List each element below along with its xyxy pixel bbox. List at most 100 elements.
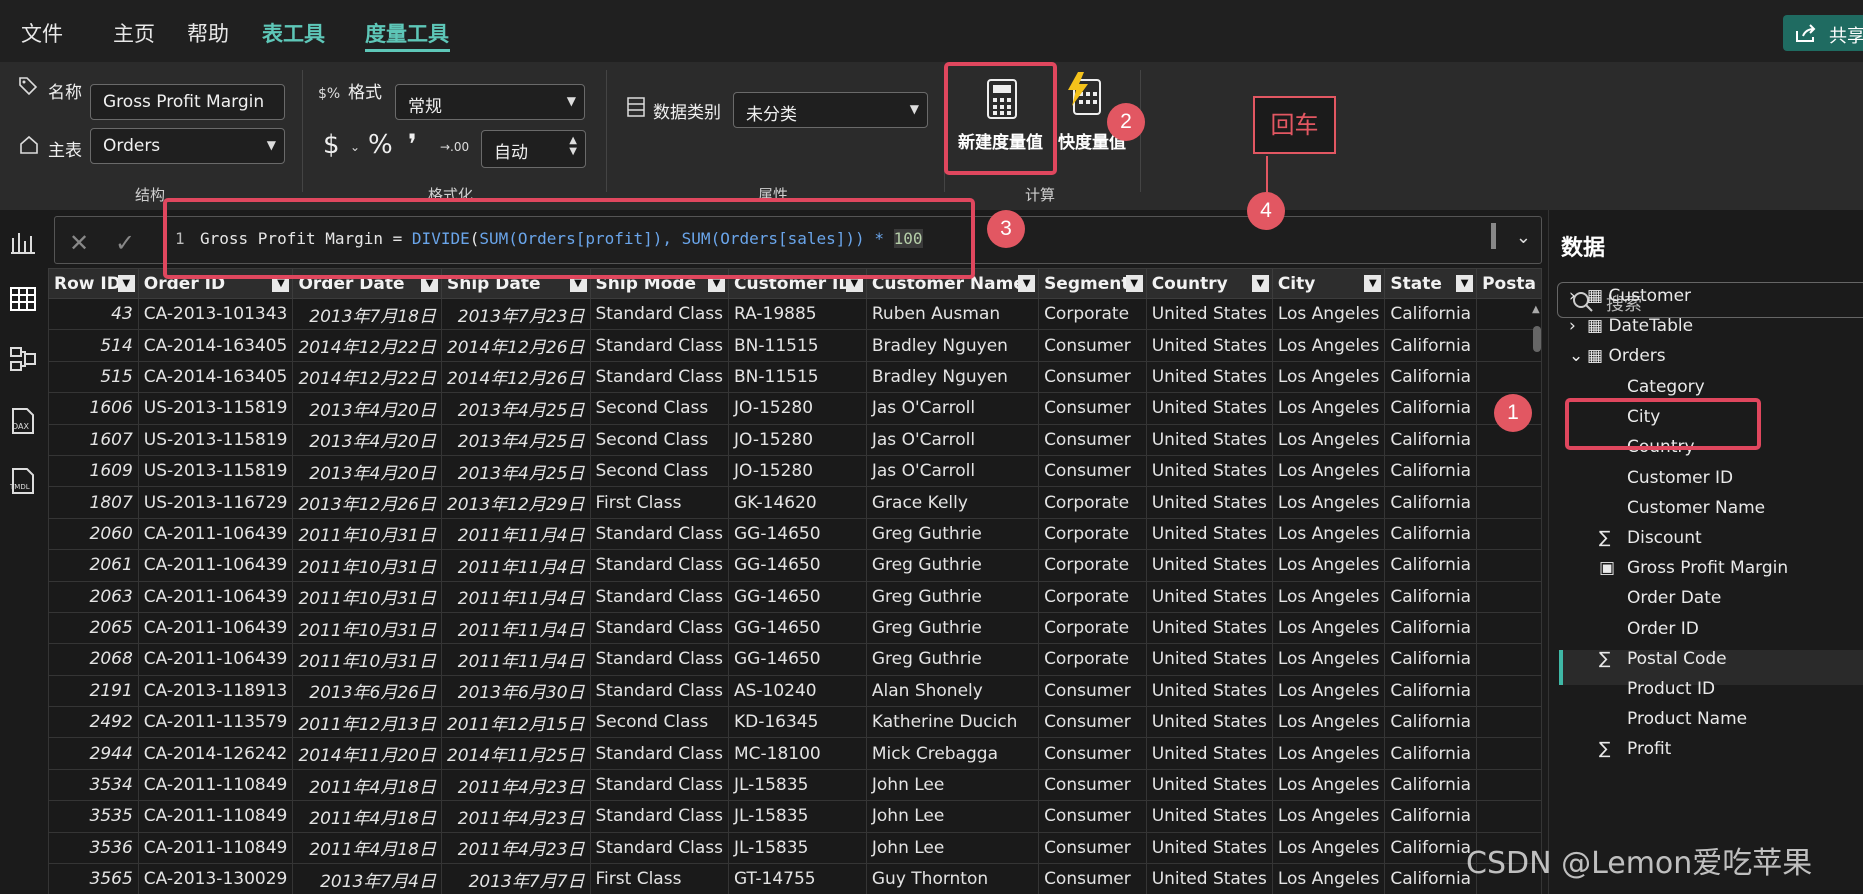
table-row[interactable]: 2068 CA-2011-106439 2011年10月31日 2011年11月4日 S…: [48, 643, 1542, 676]
table-cell[interactable]: Consumer: [1038, 674, 1147, 708]
field-item[interactable]: Order Date: [1627, 588, 1721, 608]
table-cell[interactable]: Second Class: [589, 454, 729, 488]
table-cell[interactable]: Consumer: [1038, 329, 1147, 362]
table-cell[interactable]: 2013年4月25日: [440, 423, 591, 456]
table-cell[interactable]: Los Angeles: [1271, 737, 1386, 770]
table-cell[interactable]: Los Angeles: [1271, 297, 1386, 331]
table-cell[interactable]: JO-15280: [727, 423, 867, 456]
table-cell[interactable]: California: [1384, 580, 1478, 613]
table-cell[interactable]: 2011年11月4日: [440, 580, 591, 613]
table-cell[interactable]: California: [1384, 454, 1478, 488]
table-cell[interactable]: United States: [1145, 297, 1273, 331]
table-cell[interactable]: United States: [1145, 392, 1273, 425]
table-cell[interactable]: United States: [1145, 486, 1273, 519]
table-cell[interactable]: 2014年12月22日: [292, 360, 442, 394]
table-cell[interactable]: CA-2011-110849: [137, 768, 294, 802]
column-header[interactable]: Segment ▼: [1038, 268, 1147, 299]
field-item[interactable]: Order ID: [1627, 619, 1699, 639]
data-category-select[interactable]: 未分类 ▼: [733, 92, 928, 128]
table-cell[interactable]: Standard Class: [589, 643, 729, 676]
table-cell[interactable]: Corporate: [1038, 297, 1147, 331]
table-cell[interactable]: United States: [1145, 423, 1273, 456]
table-cell[interactable]: Consumer: [1038, 863, 1147, 894]
table-cell[interactable]: United States: [1145, 737, 1273, 770]
table-cell[interactable]: Standard Class: [589, 549, 729, 582]
table-cell[interactable]: Greg Guthrie: [865, 580, 1040, 613]
table-cell[interactable]: CA-2011-106439: [137, 549, 294, 582]
field-item[interactable]: Profit: [1627, 739, 1671, 759]
dax-query-view-icon[interactable]: DAX: [8, 406, 38, 436]
table-cell[interactable]: Second Class: [589, 706, 729, 739]
decimal-places-stepper[interactable]: 自动 ▲ ▼: [481, 130, 586, 168]
column-header[interactable]: Country ▼: [1145, 268, 1273, 299]
table-cell[interactable]: 2011年4月18日: [292, 831, 442, 865]
table-cell[interactable]: United States: [1145, 517, 1273, 551]
table-cell[interactable]: California: [1384, 863, 1478, 894]
table-cell[interactable]: Standard Class: [589, 580, 729, 613]
table-cell[interactable]: US-2013-115819: [137, 454, 294, 488]
table-cell[interactable]: GG-14650: [727, 517, 867, 551]
table-cell[interactable]: 43: [48, 297, 139, 331]
table-node[interactable]: ⌄ ▦ Orders: [1569, 346, 1666, 366]
column-header[interactable]: Row ID ▼: [48, 268, 139, 299]
table-row[interactable]: 43 CA-2013-101343 2013年7月18日 2013年7月23日 Stan…: [48, 297, 1542, 331]
table-cell[interactable]: Greg Guthrie: [865, 611, 1040, 645]
filter-dropdown-icon[interactable]: ▼: [1456, 275, 1474, 292]
table-cell[interactable]: 2011年4月23日: [440, 831, 591, 865]
table-cell[interactable]: JL-15835: [727, 768, 867, 802]
table-cell[interactable]: RA-19885: [727, 297, 867, 331]
table-cell[interactable]: 2011年11月4日: [440, 643, 591, 676]
table-cell[interactable]: 2011年10月31日: [292, 611, 442, 645]
table-cell[interactable]: 2011年4月18日: [292, 768, 442, 802]
table-cell[interactable]: Los Angeles: [1271, 580, 1386, 613]
decimal-button[interactable]: →.00: [440, 140, 469, 154]
share-button[interactable]: 共享: [1783, 15, 1863, 51]
table-cell[interactable]: BN-11515: [727, 329, 867, 362]
table-cell[interactable]: Los Angeles: [1271, 486, 1386, 519]
table-cell[interactable]: 2061: [48, 549, 139, 582]
table-cell[interactable]: California: [1384, 423, 1478, 456]
field-item[interactable]: Product Name: [1627, 709, 1747, 729]
table-cell[interactable]: Los Angeles: [1271, 800, 1386, 833]
table-cell[interactable]: California: [1384, 392, 1478, 425]
table-cell[interactable]: John Lee: [865, 831, 1040, 865]
table-cell[interactable]: Consumer: [1038, 737, 1147, 770]
table-cell[interactable]: Greg Guthrie: [865, 517, 1040, 551]
table-cell[interactable]: Consumer: [1038, 423, 1147, 456]
table-cell[interactable]: CA-2014-126242: [137, 737, 294, 770]
table-cell[interactable]: 2944: [48, 737, 139, 770]
table-cell[interactable]: KD-16345: [727, 706, 867, 739]
table-cell[interactable]: Katherine Ducich: [865, 706, 1040, 739]
table-cell[interactable]: 2014年12月26日: [440, 360, 591, 394]
column-header[interactable]: State ▼: [1384, 268, 1478, 299]
table-cell[interactable]: Los Angeles: [1271, 360, 1386, 394]
table-cell[interactable]: United States: [1145, 549, 1273, 582]
table-cell[interactable]: 2011年4月18日: [292, 800, 442, 833]
table-cell[interactable]: 2013年4月20日: [292, 423, 442, 456]
table-row[interactable]: 2191 CA-2013-118913 2013年6月26日 2013年6月30日 St…: [48, 674, 1542, 708]
chevron-down-icon[interactable]: ⌄: [1569, 346, 1587, 366]
table-cell[interactable]: California: [1384, 486, 1478, 519]
cancel-icon[interactable]: ✕: [69, 229, 89, 257]
table-cell[interactable]: Los Angeles: [1271, 549, 1386, 582]
table-row[interactable]: 2065 CA-2011-106439 2011年10月31日 2011年11月4日 S…: [48, 611, 1542, 645]
table-cell[interactable]: Guy Thornton: [865, 863, 1040, 894]
table-cell[interactable]: GG-14650: [727, 549, 867, 582]
table-cell[interactable]: Los Angeles: [1271, 706, 1386, 739]
table-cell[interactable]: CA-2011-106439: [137, 580, 294, 613]
filter-dropdown-icon[interactable]: ▼: [1251, 275, 1269, 292]
table-cell[interactable]: 1609: [48, 454, 139, 488]
table-cell[interactable]: Mick Crebagga: [865, 737, 1040, 770]
table-cell[interactable]: 2013年4月20日: [292, 454, 442, 488]
table-cell[interactable]: Standard Class: [589, 737, 729, 770]
report-view-icon[interactable]: [8, 228, 38, 258]
table-cell[interactable]: Los Angeles: [1271, 863, 1386, 894]
table-cell[interactable]: 2011年10月31日: [292, 517, 442, 551]
table-cell[interactable]: United States: [1145, 611, 1273, 645]
table-row[interactable]: 3534 CA-2011-110849 2011年4月18日 2011年4月23日 St…: [48, 768, 1542, 802]
table-cell[interactable]: Standard Class: [589, 800, 729, 833]
chevron-right-icon[interactable]: ›: [1569, 316, 1587, 336]
table-cell[interactable]: Los Angeles: [1271, 643, 1386, 676]
table-cell[interactable]: Consumer: [1038, 768, 1147, 802]
chevron-down-icon[interactable]: ⌄: [350, 140, 360, 154]
